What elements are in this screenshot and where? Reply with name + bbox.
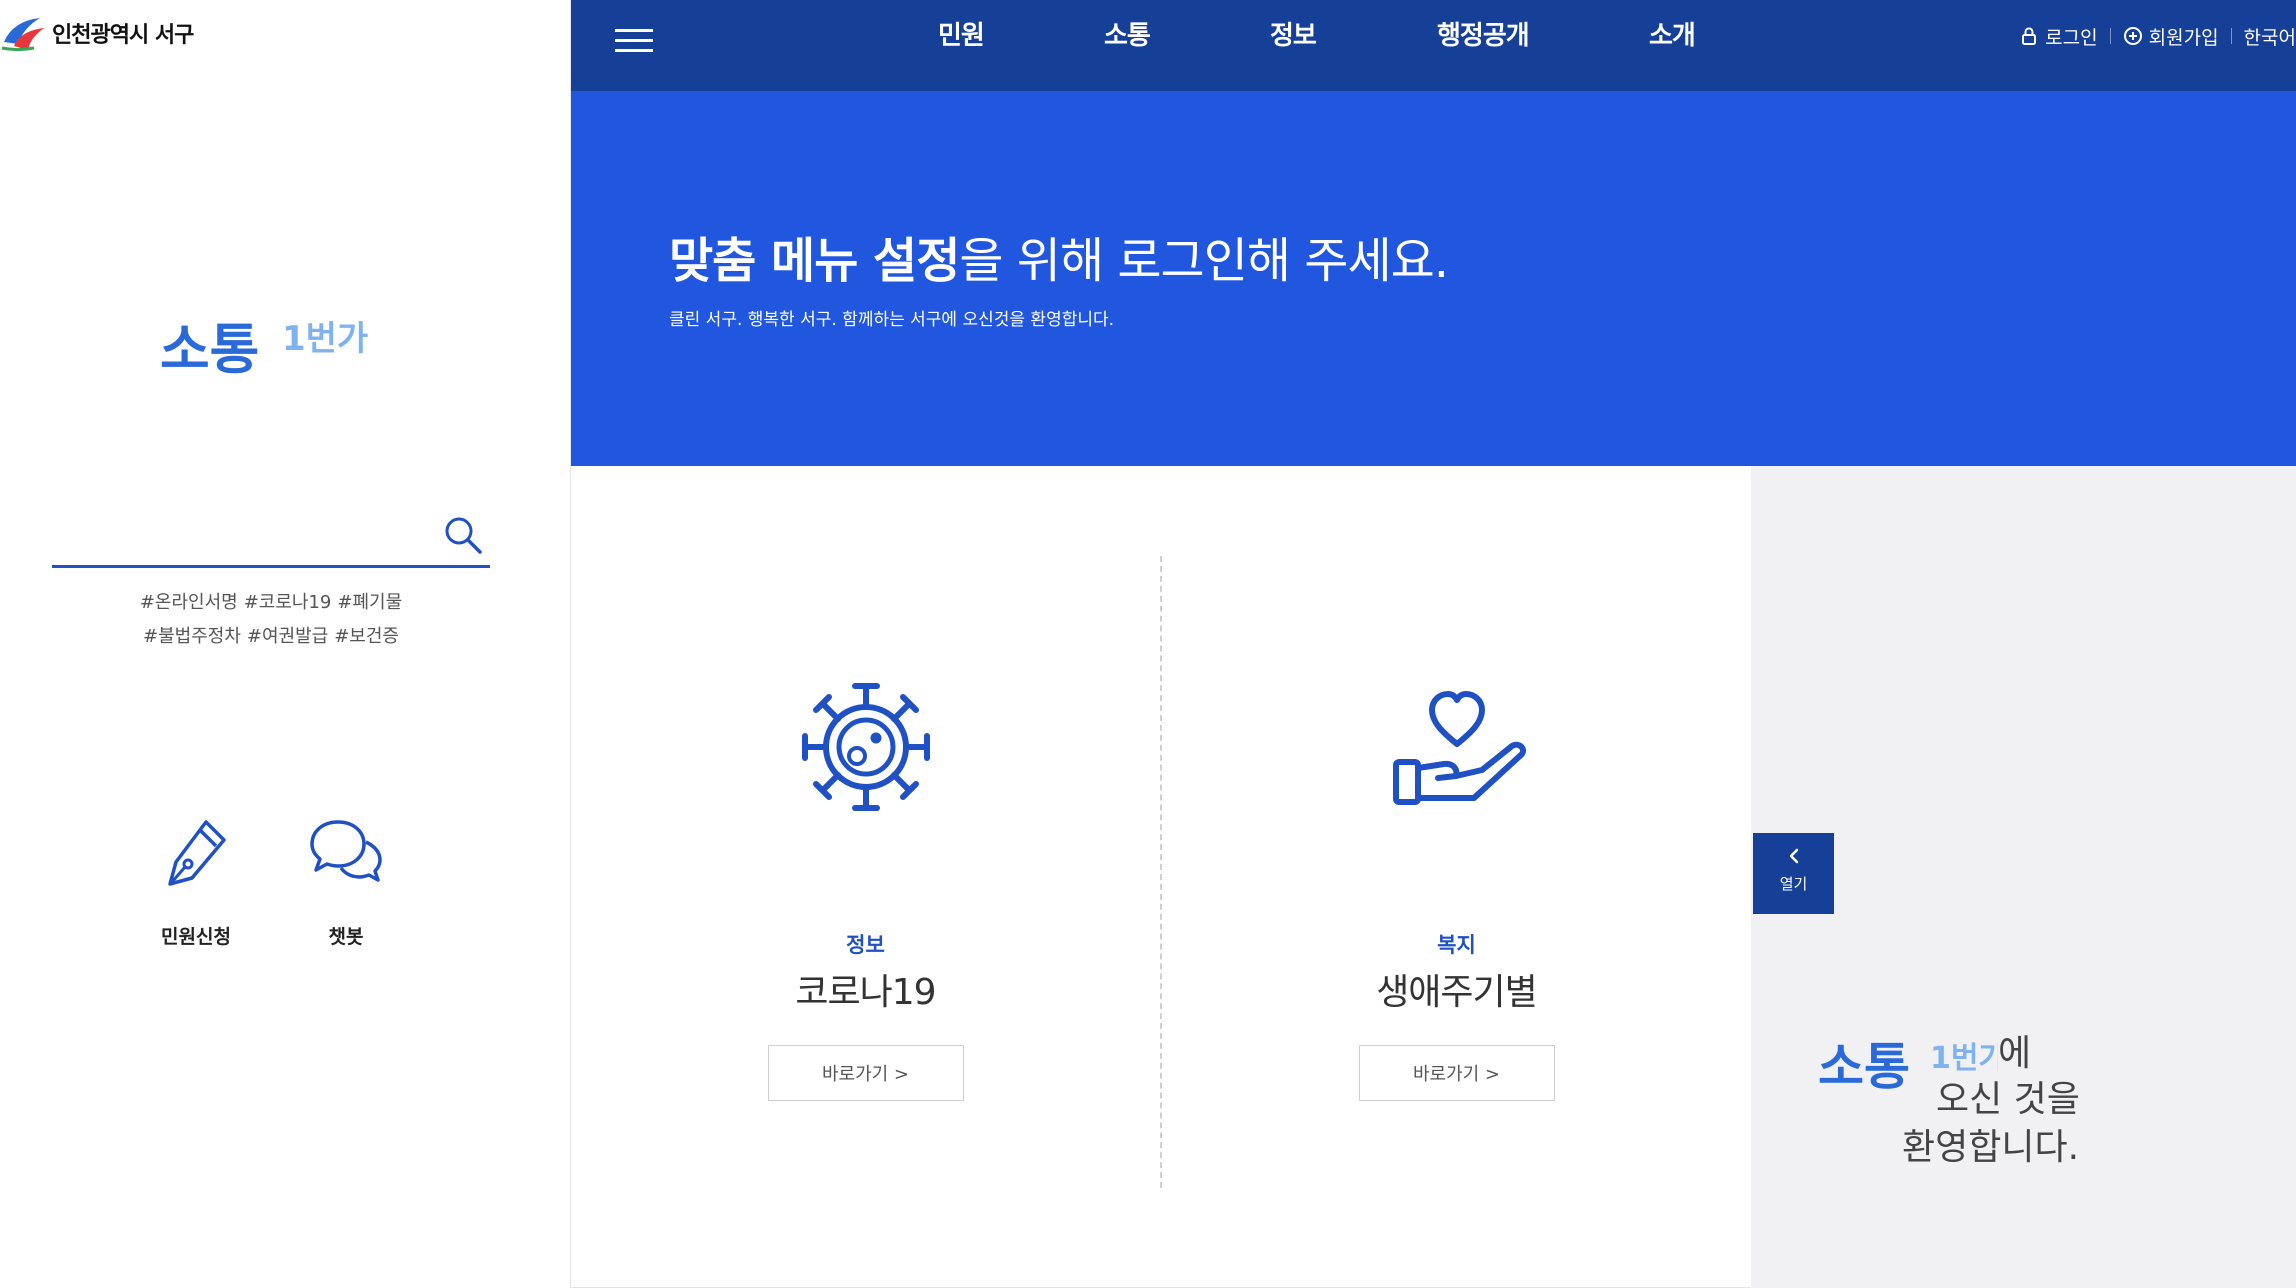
logo-text: 인천광역시 서구	[52, 23, 194, 48]
quick-link-label: 챗봇	[328, 926, 364, 948]
quick-link-chatbot[interactable]: 챗봇	[286, 812, 406, 949]
hero-subtitle: 클린 서구. 행복한 서구. 함께하는 서구에 오신것을 환영합니다.	[669, 310, 1115, 330]
card-category: 정보	[846, 933, 885, 957]
brand-sub-text: 1번가	[282, 319, 368, 359]
quick-link-label: 민원신청	[161, 926, 231, 948]
recommend-cards: 정보 코로나19 바로가기 > 복지 생애주기별 바로가기 >	[571, 466, 1751, 1288]
welcome-line-2: 오신 것을	[1936, 1079, 2080, 1120]
card-title: 생애주기별	[1376, 972, 1538, 1013]
language-selector[interactable]: 한국어	[2244, 23, 2296, 50]
hamburger-line	[615, 49, 653, 52]
hashtag-passport[interactable]: #여권발급	[247, 620, 328, 654]
heart-hand-icon	[1392, 691, 1526, 805]
chevron-left-icon	[1789, 848, 1798, 864]
brand-sotong-1beonga: 소통 1번가	[160, 312, 390, 392]
card-covid19: 정보 코로나19 바로가기 >	[571, 466, 1160, 1288]
hashtag-row: #불법주정차 #여권발급 #보건증	[52, 620, 490, 654]
hashtag-row: #온라인서명 #코로나19 #폐기물	[52, 586, 490, 620]
welcome-line-1: 에	[1998, 1033, 2032, 1074]
nav-communication[interactable]: 소통	[1104, 0, 1151, 72]
top-navigation: 민원 소통 정보 행정공개 소개 로그인 회원가입 한국어	[571, 0, 2296, 91]
search-icon	[445, 517, 482, 554]
utility-links: 로그인 회원가입 한국어	[2019, 0, 2296, 72]
hero-title-rest: 을 위해 로그인해 주세요.	[959, 233, 1449, 289]
hashtag-waste[interactable]: #폐기물	[337, 586, 402, 620]
search-input[interactable]	[52, 514, 432, 560]
nav-introduction[interactable]: 소개	[1649, 0, 1696, 72]
hashtag-online-sign[interactable]: #온라인서명	[140, 586, 238, 620]
hamburger-line	[615, 29, 653, 32]
search-box	[52, 506, 490, 568]
hamburger-line	[615, 39, 653, 42]
card-title: 코로나19	[795, 972, 936, 1013]
lock-icon	[2022, 27, 2037, 45]
logo-mark-icon	[1, 18, 44, 51]
pen-icon	[168, 820, 226, 886]
hashtag-covid19[interactable]: #코로나19	[244, 586, 332, 620]
hero-title: 맞춤 메뉴 설정을 위해 로그인해 주세요.	[669, 221, 1449, 291]
login-label: 로그인	[2045, 26, 2098, 49]
brand-main-text: 소통	[160, 318, 259, 381]
login-link[interactable]: 로그인	[2019, 23, 2098, 50]
hashtag-illegal-parking[interactable]: #불법주정차	[143, 620, 241, 654]
hero-title-bold: 맞춤 메뉴 설정	[669, 233, 960, 289]
hero-banner: 맞춤 메뉴 설정을 위해 로그인해 주세요. 클린 서구. 행복한 서구. 함께…	[571, 91, 2296, 466]
panel-open-label: 열기	[1779, 875, 1808, 893]
chat-icon	[310, 820, 382, 882]
site-logo[interactable]: 인천광역시 서구	[0, 12, 194, 54]
divider	[2109, 28, 2111, 44]
signup-label: 회원가입	[2148, 26, 2219, 49]
card-go-button[interactable]: 바로가기 >	[767, 1045, 964, 1101]
nav-information[interactable]: 정보	[1270, 0, 1317, 72]
card-lifecycle: 복지 생애주기별 바로가기 >	[1162, 466, 1751, 1288]
welcome-brand-sub-text: 1번가	[1930, 1041, 1998, 1076]
plus-circle-icon	[2123, 27, 2142, 45]
panel-open-button[interactable]: 열기	[1753, 833, 1834, 914]
nav-civil-service[interactable]: 민원	[938, 0, 985, 72]
left-sidebar: 인천광역시 서구 소통 1번가 #온라인서명 #코로나19 #폐기물 #불법주정…	[0, 0, 571, 1288]
divider	[2230, 28, 2232, 44]
language-label: 한국어	[2243, 26, 2296, 49]
signup-link[interactable]: 회원가입	[2123, 23, 2219, 50]
card-go-button[interactable]: 바로가기 >	[1358, 1045, 1555, 1101]
virus-icon	[801, 683, 930, 811]
welcome-line-3: 환영합니다.	[1902, 1127, 2080, 1168]
nav-administration[interactable]: 행정공개	[1437, 0, 1530, 72]
welcome-message: 소통 1번가 에 오신 것을 환영합니다.	[1818, 1032, 2080, 1172]
hashtag-list: #온라인서명 #코로나19 #폐기물 #불법주정차 #여권발급 #보건증	[52, 586, 490, 654]
welcome-brand-text: 소통	[1818, 1038, 1910, 1096]
brand-logo-icon: 소통 1번가	[160, 318, 368, 381]
card-category: 복지	[1437, 933, 1476, 957]
quick-link-civil-application[interactable]: 민원신청	[136, 812, 256, 949]
hashtag-health-cert[interactable]: #보건증	[334, 620, 399, 654]
hamburger-menu-button[interactable]	[615, 22, 659, 66]
search-button[interactable]	[442, 514, 488, 560]
